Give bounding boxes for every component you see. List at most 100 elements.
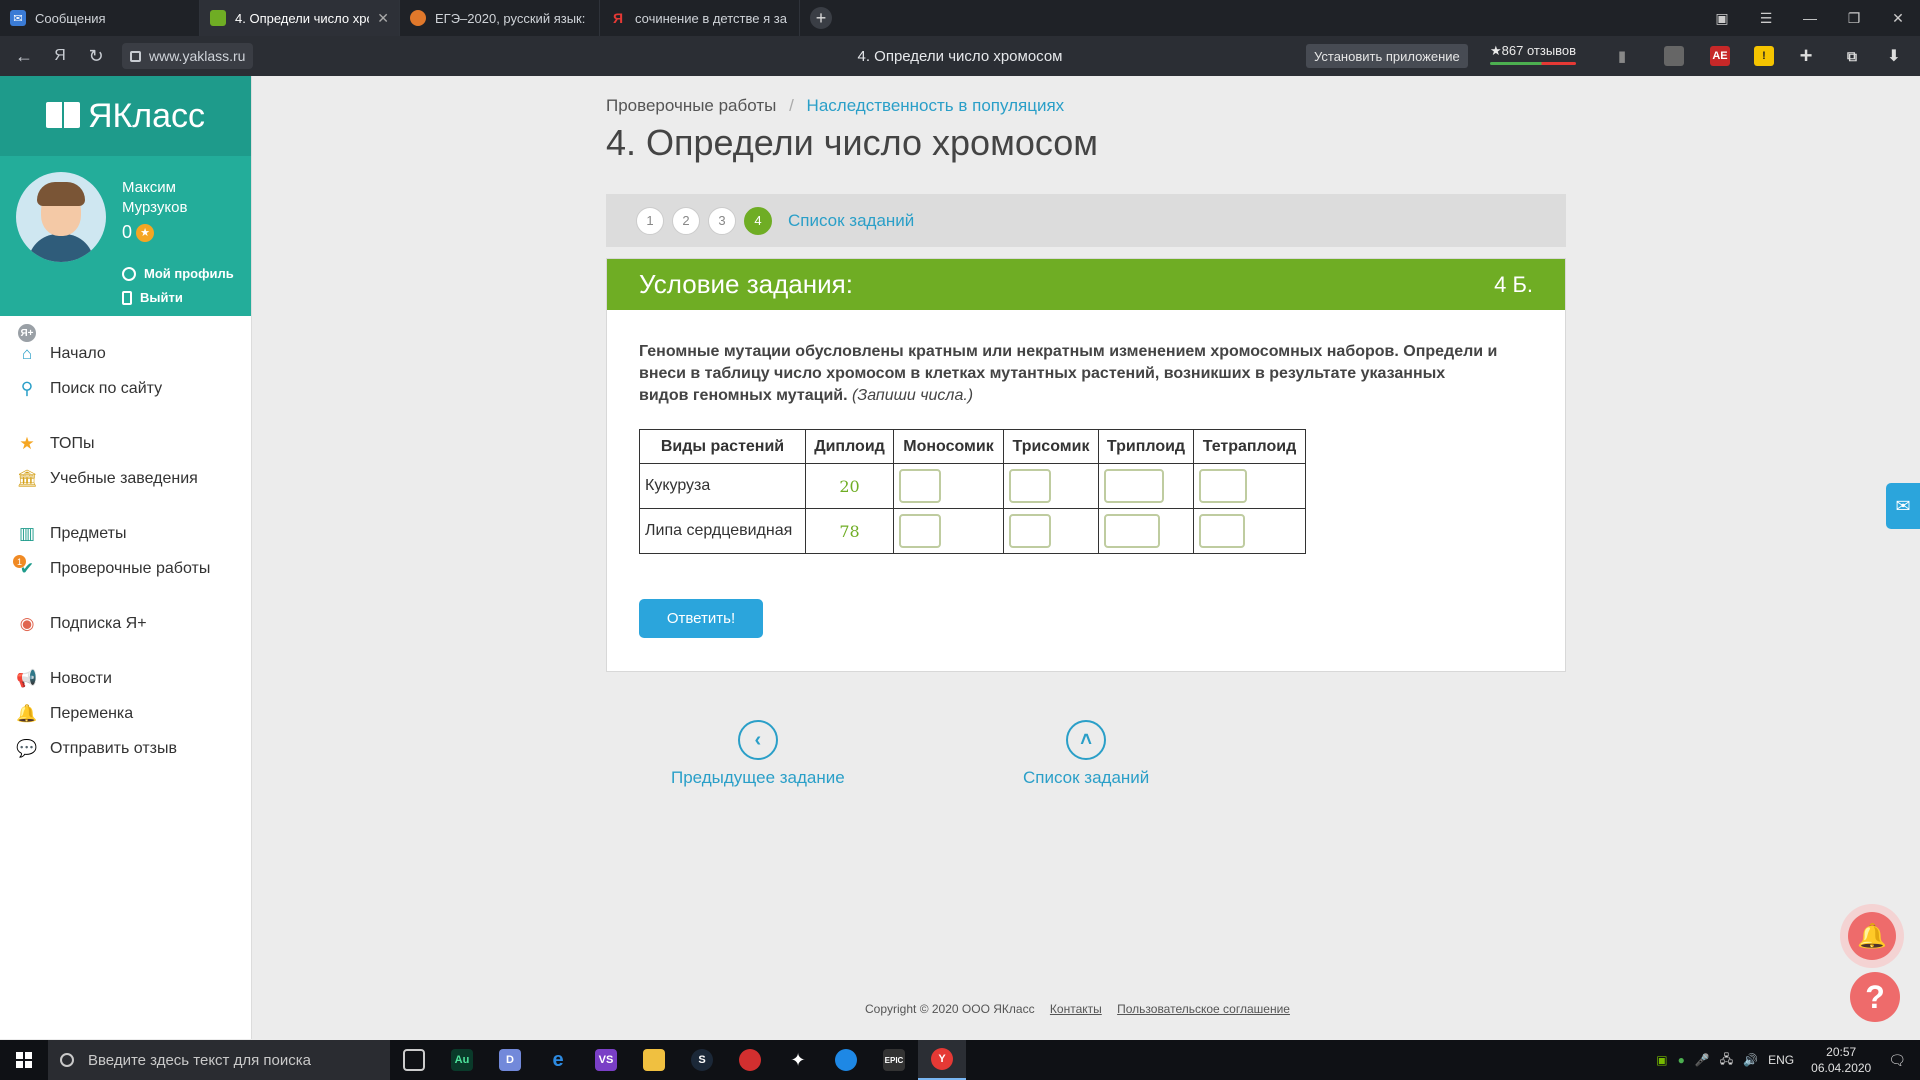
sidebar-item-schools[interactable]: 🏛 Учебные заведения	[0, 461, 252, 496]
triploid-input[interactable]	[1104, 469, 1164, 503]
browser-tab-yandex[interactable]: Я сочинение в детстве я за	[600, 0, 800, 36]
new-tab-button[interactable]: +	[810, 7, 832, 29]
nvidia-icon[interactable]: ▣	[1656, 1053, 1667, 1067]
tetraploid-input[interactable]	[1199, 514, 1245, 548]
step-2[interactable]: 2	[672, 206, 700, 235]
sidebar-item-subjects[interactable]: ▥ Предметы	[0, 516, 252, 551]
discord-app-icon[interactable]: D	[486, 1040, 534, 1080]
table-header-row: Виды растений Диплоид Моносомик Трисомик…	[639, 429, 1306, 464]
language-indicator[interactable]: ENG	[1768, 1053, 1794, 1067]
sidebar-item-search[interactable]: ⚲ Поиск по сайту	[0, 371, 252, 406]
step-3[interactable]: 3	[708, 206, 736, 235]
task-list-link[interactable]: Список заданий	[788, 211, 914, 231]
trisomic-input[interactable]	[1009, 469, 1051, 503]
collections-icon[interactable]: ⧉	[1842, 46, 1862, 66]
submit-button[interactable]: Ответить!	[639, 599, 763, 638]
extension-icon[interactable]	[1664, 46, 1684, 66]
bookmark-icon[interactable]: ▮	[1612, 46, 1632, 66]
step-4[interactable]: 4	[744, 206, 772, 235]
book-icon	[45, 102, 80, 130]
opera-app-icon[interactable]	[726, 1040, 774, 1080]
browser-tab-messages[interactable]: ✉ Сообщения	[0, 0, 200, 36]
file-explorer-app-icon[interactable]	[630, 1040, 678, 1080]
install-app-button[interactable]: Установить приложение	[1306, 44, 1468, 68]
task-list-button[interactable]: ˄ Список заданий	[1023, 720, 1149, 788]
previous-task-button[interactable]: ‹ Предыдущее задание	[671, 720, 845, 788]
reviews-text: ★867 отзывов	[1490, 43, 1577, 58]
steam-app-icon[interactable]: S	[678, 1040, 726, 1080]
yandex-icon: Я	[612, 10, 624, 26]
user-name[interactable]: Максим Мурзуков	[122, 178, 232, 218]
url-field[interactable]: www.yaklass.ru	[122, 43, 254, 69]
restore-icon[interactable]: ❐	[1832, 0, 1876, 36]
taskbar-search[interactable]: Введите здесь текст для поиска	[48, 1040, 390, 1080]
agreement-link[interactable]: Пользовательское соглашение	[1117, 1002, 1290, 1016]
uplay-app-icon[interactable]	[822, 1040, 870, 1080]
menu-icon[interactable]: ☰	[1744, 0, 1788, 36]
tetraploid-input[interactable]	[1199, 469, 1247, 503]
sidebar-item-label: Предметы	[50, 524, 127, 542]
microphone-icon[interactable]: 🎤	[1695, 1053, 1710, 1067]
step-1[interactable]: 1	[636, 206, 664, 235]
sidebar-item-tops[interactable]: ★ ТОПы	[0, 426, 252, 461]
task-steps: 1 2 3 4 Список заданий	[606, 194, 1566, 247]
main-content: Проверочные работы / Наследственность в …	[253, 76, 1920, 1039]
monosomic-input[interactable]	[899, 514, 941, 548]
browser-tab-yaklass[interactable]: 4. Определи число хро ✕	[200, 0, 400, 36]
monosomic-cell	[893, 463, 1004, 509]
avatar[interactable]	[16, 172, 106, 262]
clock[interactable]: 20:57 06.04.2020	[1811, 1044, 1871, 1076]
extension-yellow-icon[interactable]: !	[1754, 46, 1774, 66]
windows-start-icon[interactable]	[0, 1040, 48, 1080]
green-tray-icon[interactable]: ●	[1678, 1053, 1685, 1067]
trisomic-input[interactable]	[1009, 514, 1051, 548]
audition-app-icon[interactable]: Au	[438, 1040, 486, 1080]
add-icon[interactable]: +	[1796, 43, 1816, 68]
sidebar-item-feedback[interactable]: 💬 Отправить отзыв	[0, 731, 252, 766]
minimize-icon[interactable]: —	[1788, 0, 1832, 36]
books-icon: ▥	[18, 523, 36, 543]
back-icon[interactable]: ←	[6, 36, 42, 76]
network-icon[interactable]: 🖧	[1720, 1050, 1733, 1071]
app-icon[interactable]: ✦	[774, 1040, 822, 1080]
sidebar-item-news[interactable]: 📢 Новости	[0, 661, 252, 696]
help-icon[interactable]: ?	[1850, 972, 1900, 1022]
tab-title: 4. Определи число хро	[235, 10, 370, 26]
breadcrumb-current[interactable]: Наследственность в популяциях	[807, 96, 1065, 115]
logout-link[interactable]: Выйти	[122, 290, 183, 305]
monosomic-cell	[893, 508, 1004, 554]
sidebar-item-break[interactable]: 🔔 Переменка	[0, 696, 252, 731]
download-icon[interactable]: ⬇	[1884, 46, 1904, 66]
task-text: Геномные мутации обусловлены кратным или…	[639, 341, 1499, 407]
tabs-menu-icon[interactable]: ▣	[1700, 0, 1744, 36]
notification-bell-button[interactable]: 🔔	[1840, 904, 1904, 968]
contacts-link[interactable]: Контакты	[1050, 1002, 1102, 1016]
browser-page-title: 4. Определи число хромосом	[857, 47, 1063, 65]
monosomic-input[interactable]	[899, 469, 941, 503]
yandex-home-icon[interactable]: Я	[42, 36, 78, 76]
close-window-icon[interactable]: ✕	[1876, 0, 1920, 36]
yandex-browser-app-icon[interactable]: Y	[918, 1040, 966, 1080]
table-header: Виды растений	[639, 429, 806, 464]
triploid-input[interactable]	[1104, 514, 1160, 548]
adblock-icon[interactable]: AE	[1710, 46, 1730, 66]
reload-icon[interactable]: ↻	[78, 36, 114, 76]
reviews-badge[interactable]: ★867 отзывов	[1490, 43, 1577, 65]
volume-icon[interactable]: 🔊	[1743, 1053, 1758, 1067]
my-profile-link[interactable]: Мой профиль	[122, 266, 234, 281]
browser-tab-ege[interactable]: ЕГЭ–2020, русский язык: з	[400, 0, 600, 36]
action-center-icon[interactable]: 🗨	[1888, 1052, 1906, 1069]
breadcrumb-root[interactable]: Проверочные работы	[606, 96, 776, 115]
epic-games-app-icon[interactable]: EPIC	[870, 1040, 918, 1080]
task-header: Условие задания: 4 Б.	[607, 259, 1565, 310]
sidebar-item-subscription[interactable]: ◉ Подписка Я+	[0, 606, 252, 641]
close-tab-icon[interactable]: ✕	[377, 10, 389, 27]
mail-icon[interactable]: ✉	[1886, 483, 1920, 529]
sidebar-item-home[interactable]: ⌂ Начало	[0, 336, 252, 371]
sidebar-item-tests[interactable]: 1 ✔ Проверочные работы	[0, 551, 252, 586]
triploid-cell	[1098, 463, 1194, 509]
edge-app-icon[interactable]: e	[534, 1040, 582, 1080]
visual-studio-app-icon[interactable]: VS	[582, 1040, 630, 1080]
yaklass-logo[interactable]: ЯКласс	[0, 76, 251, 156]
task-view-icon[interactable]	[390, 1040, 438, 1080]
